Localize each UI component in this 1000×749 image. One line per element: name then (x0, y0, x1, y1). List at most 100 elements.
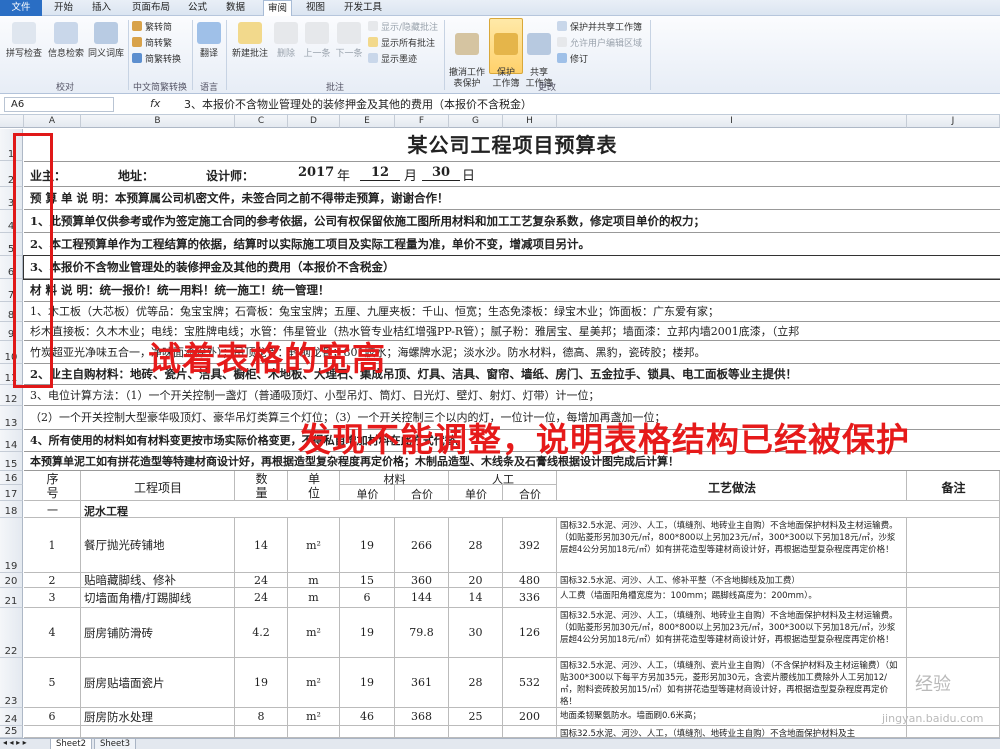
item-cell-lab-total[interactable]: 532 (503, 658, 557, 708)
sheet-title[interactable]: 某公司工程项目预算表 (24, 130, 1000, 161)
item-cell-craft[interactable]: 国标32.5水泥、河沙、人工，（填缝剂、地砖业主自购）不含地面保护材料及主材运输… (557, 518, 907, 573)
row-header[interactable]: 12 (0, 385, 23, 406)
item-cell-qty[interactable]: 24 (235, 573, 288, 588)
translate-button[interactable]: 翻译 (195, 22, 223, 59)
item-cell-mat-total[interactable]: 361 (395, 658, 449, 708)
item-cell-mat-price[interactable]: 6 (340, 588, 395, 608)
item-cell-lab-price[interactable]: 20 (449, 573, 503, 588)
item-cell-name[interactable] (81, 726, 235, 738)
item-cell-mat-price[interactable]: 46 (340, 708, 395, 726)
item-cell-seq[interactable]: 2 (24, 573, 81, 588)
row-header[interactable]: 19 (0, 518, 23, 573)
note-line[interactable]: 1、木工板（大芯板）优等品：兔宝宝牌；石膏板：兔宝宝牌；五厘、九厘夹板：千山、恒… (24, 302, 1000, 322)
row-header[interactable]: 24 (0, 708, 23, 726)
info-row[interactable] (24, 161, 1000, 187)
row-header[interactable]: 20 (0, 573, 23, 588)
item-cell-craft[interactable]: 地面柔韧聚氨防水。墙面刷0.6米高； (557, 708, 907, 726)
tab-page-layout[interactable]: 页面布局 (128, 0, 174, 16)
item-cell-remark[interactable] (907, 588, 1000, 608)
sheet-nav-arrows-icon[interactable]: ◂ ◂ ▸ ▸ (3, 738, 27, 747)
item-cell-name[interactable]: 厨房防水处理 (81, 708, 235, 726)
simp-to-trad-button[interactable]: 简转繁 (132, 37, 172, 51)
item-cell-unit[interactable]: m² (288, 518, 340, 573)
item-cell-seq[interactable]: 4 (24, 608, 81, 658)
formula-input[interactable]: 3、本报价不含物业管理处的装修押金及其他的费用（本报价不含税金） (180, 97, 996, 112)
tab-insert[interactable]: 插入 (88, 0, 115, 16)
item-cell-unit[interactable]: m² (288, 608, 340, 658)
item-cell-unit[interactable]: m (288, 588, 340, 608)
item-cell-craft[interactable]: 国标32.5水泥、河沙、人工、修补平整（不含地脚线及加工费） (557, 573, 907, 588)
item-cell-mat-price[interactable] (340, 726, 395, 738)
new-comment-button[interactable]: 新建批注 (229, 22, 271, 59)
prev-comment-button[interactable]: 上一条 (301, 22, 333, 59)
research-button[interactable]: 信息检索 (46, 22, 86, 59)
item-cell-mat-total[interactable]: 144 (395, 588, 449, 608)
item-cell-remark[interactable] (907, 518, 1000, 573)
row-header[interactable]: 21 (0, 588, 23, 608)
item-cell-mat-total[interactable]: 368 (395, 708, 449, 726)
item-cell-name[interactable]: 贴暗藏脚线、修补 (81, 573, 235, 588)
row-header[interactable]: 14 (0, 430, 23, 452)
insert-function-button[interactable]: fx (150, 97, 160, 110)
item-cell-mat-total[interactable]: 360 (395, 573, 449, 588)
trad-to-simp-button[interactable]: 繁转简 (132, 21, 172, 35)
tab-file[interactable]: 文件 (0, 0, 42, 16)
note-line-selected[interactable]: 3、本报价不含物业管理处的装修押金及其他的费用（本报价不含税金） (23, 255, 1000, 280)
column-header-b[interactable]: B (81, 115, 235, 128)
column-header-c[interactable]: C (235, 115, 288, 128)
note-line[interactable]: 预 算 单 说 明：本预算属公司机密文件，未签合同之前不得带走预算，谢谢合作！ (24, 187, 1000, 210)
item-cell-unit[interactable]: m² (288, 708, 340, 726)
item-cell-mat-total[interactable]: 79.8 (395, 608, 449, 658)
item-cell-name[interactable]: 餐厅抛光砖铺地 (81, 518, 235, 573)
note-line[interactable]: 1、此预算单仅供参考或作为签定施工合同的参考依据，公司有权保留依施工图所用材料和… (24, 210, 1000, 233)
item-cell-seq[interactable] (24, 726, 81, 738)
tab-review[interactable]: 审阅 (263, 0, 293, 17)
row-header[interactable]: 23 (0, 658, 23, 708)
item-cell-mat-total[interactable]: 266 (395, 518, 449, 573)
item-cell-name[interactable]: 切墙面角槽/打踢脚线 (81, 588, 235, 608)
item-cell-qty[interactable]: 19 (235, 658, 288, 708)
row-header[interactable]: 17 (0, 485, 23, 501)
thesaurus-button[interactable]: 同义词库 (86, 22, 126, 59)
tab-data[interactable]: 数据 (222, 0, 249, 16)
convert-button[interactable]: 简繁转换 (132, 53, 181, 67)
tab-developer[interactable]: 开发工具 (340, 0, 386, 16)
item-cell-craft[interactable]: 国标32.5水泥、河沙、人工，（填缝剂、瓷片业主自购）（不含保护材料及主材运输费… (557, 658, 907, 708)
row-header[interactable]: 25 (0, 726, 23, 738)
item-cell-craft[interactable]: 人工费（墙面阳角槽宽度为：100mm；踢脚线高度为：200mm）。 (557, 588, 907, 608)
column-header-j[interactable]: J (907, 115, 1000, 128)
item-cell-lab-total[interactable]: 126 (503, 608, 557, 658)
row-header[interactable]: 18 (0, 501, 23, 518)
table-cell[interactable] (81, 501, 1000, 518)
track-changes-button[interactable]: 修订 (557, 53, 588, 67)
tab-view[interactable]: 视图 (302, 0, 329, 16)
column-header-f[interactable]: F (395, 115, 449, 128)
row-header[interactable]: 22 (0, 608, 23, 658)
row-header[interactable]: 13 (0, 406, 23, 430)
row-header[interactable]: 16 (0, 471, 23, 485)
item-cell-unit[interactable]: m (288, 573, 340, 588)
item-cell-lab-price[interactable]: 28 (449, 518, 503, 573)
row-header[interactable]: 15 (0, 452, 23, 471)
item-cell-seq[interactable]: 5 (24, 658, 81, 708)
spell-check-button[interactable]: 拼写检查 (4, 22, 44, 59)
item-cell-unit[interactable] (288, 726, 340, 738)
allow-edit-ranges-button[interactable]: 允许用户编辑区域 (557, 37, 642, 51)
tab-home[interactable]: 开始 (50, 0, 77, 16)
tab-formulas[interactable]: 公式 (184, 0, 211, 16)
column-header-e[interactable]: E (340, 115, 395, 128)
item-cell-qty[interactable]: 4.2 (235, 608, 288, 658)
column-header-a[interactable]: A (24, 115, 81, 128)
column-header-g[interactable]: G (449, 115, 503, 128)
item-cell-remark[interactable] (907, 573, 1000, 588)
column-header-i[interactable]: I (557, 115, 907, 128)
item-cell-lab-price[interactable]: 25 (449, 708, 503, 726)
item-cell-seq[interactable]: 1 (24, 518, 81, 573)
note-line[interactable]: 3、电位计算方法：（1）一个开关控制一盏灯（普通吸顶灯、小型吊灯、筒灯、日光灯、… (24, 385, 1000, 406)
show-ink-button[interactable]: 显示墨迹 (368, 53, 417, 67)
show-hide-comment-button[interactable]: 显示/隐藏批注 (368, 21, 438, 35)
protect-share-button[interactable]: 保护并共享工作簿 (557, 21, 642, 35)
item-cell-lab-price[interactable]: 14 (449, 588, 503, 608)
item-cell-lab-total[interactable]: 336 (503, 588, 557, 608)
name-box[interactable]: A6 (4, 97, 114, 112)
